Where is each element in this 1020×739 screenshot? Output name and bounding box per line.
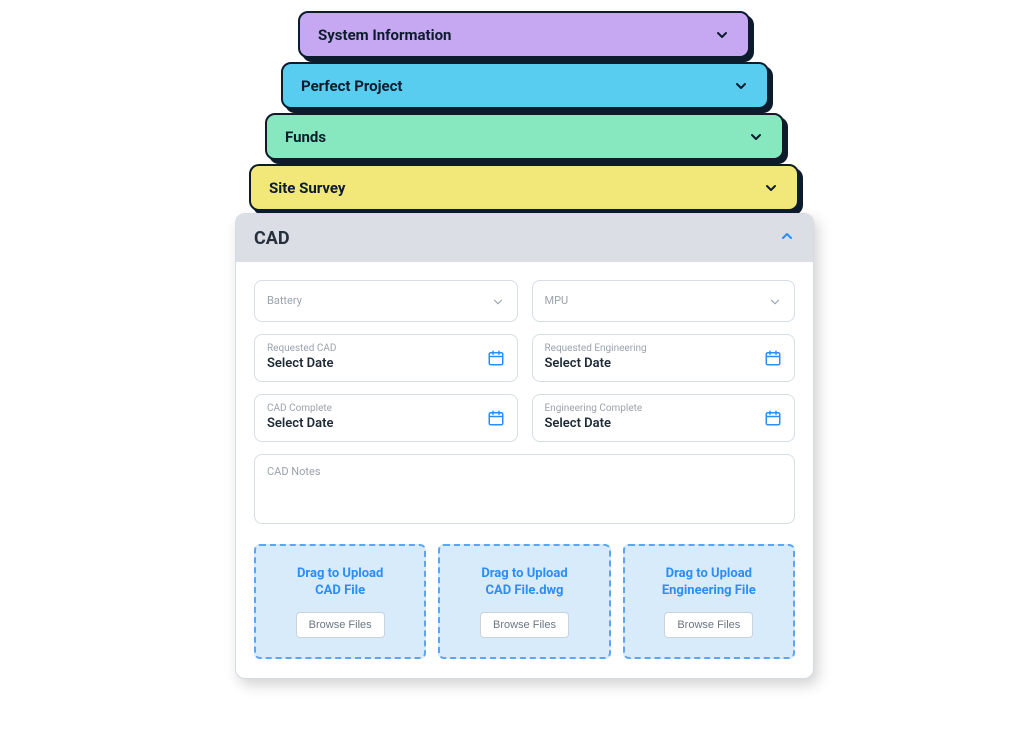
upload-engineering-file[interactable]: Drag to UploadEngineering File Browse Fi… [623, 544, 795, 659]
calendar-icon [487, 409, 505, 427]
chevron-up-icon [779, 228, 795, 249]
field-label: Battery [267, 294, 505, 307]
cad-panel: CAD Battery MPU Requested CAD Selec [235, 213, 814, 679]
accordion-perfect-project[interactable]: Perfect Project [281, 62, 769, 109]
field-value: Select Date [545, 416, 783, 433]
accordion-label: Funds [285, 128, 326, 146]
upload-title: Drag to UploadCAD File.dwg [481, 565, 567, 600]
accordion-label: Site Survey [269, 179, 345, 197]
upload-title: Drag to UploadCAD File [297, 565, 383, 600]
field-label: Engineering Complete [545, 403, 783, 415]
chevron-down-icon [733, 78, 749, 94]
upload-cad-file[interactable]: Drag to UploadCAD File Browse Files [254, 544, 426, 659]
cad-title: CAD [254, 228, 290, 249]
chevron-down-icon [491, 294, 505, 308]
cad-panel-body: Battery MPU Requested CAD Select Date [236, 262, 813, 677]
requested-engineering-date[interactable]: Requested Engineering Select Date [532, 334, 796, 382]
battery-select[interactable]: Battery [254, 280, 518, 322]
accordion-label: System Information [318, 26, 451, 44]
cad-panel-header[interactable]: CAD [236, 214, 813, 262]
accordion-system-information[interactable]: System Information [298, 11, 750, 58]
cad-notes-textarea[interactable]: CAD Notes [254, 454, 795, 524]
field-label: MPU [545, 294, 783, 307]
accordion-funds[interactable]: Funds [265, 113, 784, 160]
notes-placeholder: CAD Notes [267, 465, 321, 478]
field-value: Select Date [267, 416, 505, 433]
field-label: Requested Engineering [545, 343, 783, 355]
chevron-down-icon [768, 294, 782, 308]
browse-files-button[interactable]: Browse Files [664, 612, 753, 638]
field-label: Requested CAD [267, 343, 505, 355]
field-value: Select Date [267, 356, 505, 373]
upload-title: Drag to UploadEngineering File [662, 565, 756, 600]
browse-files-button[interactable]: Browse Files [480, 612, 569, 638]
requested-cad-date[interactable]: Requested CAD Select Date [254, 334, 518, 382]
engineering-complete-date[interactable]: Engineering Complete Select Date [532, 394, 796, 442]
mpu-select[interactable]: MPU [532, 280, 796, 322]
calendar-icon [487, 349, 505, 367]
accordion-site-survey[interactable]: Site Survey [249, 164, 799, 211]
calendar-icon [764, 349, 782, 367]
chevron-down-icon [714, 27, 730, 43]
upload-cad-dwg[interactable]: Drag to UploadCAD File.dwg Browse Files [438, 544, 610, 659]
chevron-down-icon [763, 180, 779, 196]
accordion-label: Perfect Project [301, 77, 403, 95]
cad-complete-date[interactable]: CAD Complete Select Date [254, 394, 518, 442]
chevron-down-icon [748, 129, 764, 145]
calendar-icon [764, 409, 782, 427]
field-value: Select Date [545, 356, 783, 373]
field-label: CAD Complete [267, 403, 505, 415]
browse-files-button[interactable]: Browse Files [296, 612, 385, 638]
